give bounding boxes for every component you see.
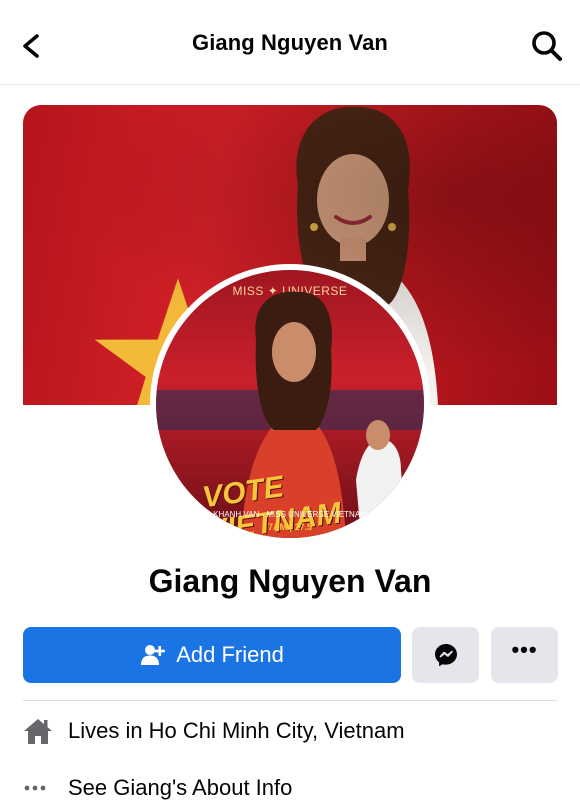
lives-in-prefix: Lives in bbox=[68, 718, 143, 743]
add-friend-label: Add Friend bbox=[176, 642, 284, 667]
home-icon bbox=[23, 716, 55, 746]
ellipsis-icon bbox=[23, 773, 55, 803]
add-friend-icon bbox=[141, 645, 165, 665]
message-button[interactable] bbox=[412, 627, 479, 683]
page-title: Giang Nguyen Van bbox=[192, 30, 388, 55]
lives-in-row: Lives in Ho Chi Minh City, Vietnam bbox=[23, 713, 557, 749]
avatar-date: 7AM | 17.5 bbox=[267, 522, 313, 532]
profile-name: Giang Nguyen Van bbox=[148, 563, 432, 599]
top-bar: Giang Nguyen Van bbox=[0, 0, 580, 85]
more-options-button[interactable]: ••• bbox=[491, 627, 558, 683]
about-info-row[interactable]: See Giang's About Info bbox=[23, 770, 557, 806]
messenger-icon bbox=[434, 644, 457, 667]
divider bbox=[23, 700, 557, 701]
profile-picture[interactable]: MISS ✦ UNIVERSE VOTE VIETNAM KHANH VAN -… bbox=[150, 264, 430, 544]
add-friend-button[interactable]: Add Friend bbox=[23, 627, 401, 683]
lives-in-city[interactable]: Ho Chi Minh City, Vietnam bbox=[149, 718, 405, 744]
avatar-subtitle: KHANH VAN - MISS UNIVERSE VIETNAM bbox=[213, 510, 367, 519]
search-button[interactable] bbox=[528, 27, 566, 65]
search-icon bbox=[532, 31, 562, 61]
more-icon: ••• bbox=[511, 637, 538, 662]
about-info-label: See Giang's About Info bbox=[68, 775, 293, 800]
profile-picture-image: MISS ✦ UNIVERSE VOTE VIETNAM KHANH VAN -… bbox=[156, 270, 424, 538]
